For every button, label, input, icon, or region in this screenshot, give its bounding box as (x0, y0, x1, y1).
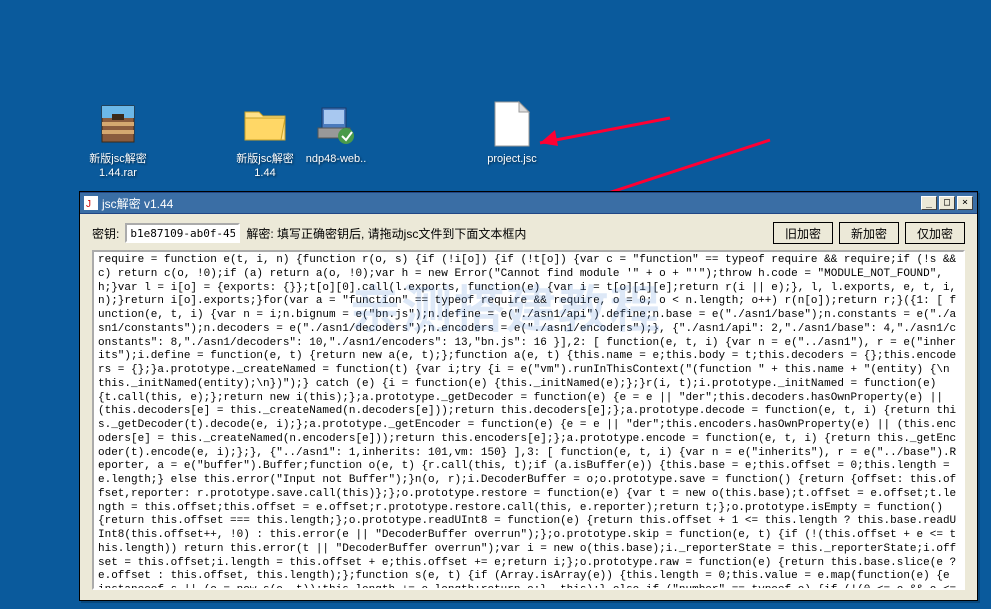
svg-text:J: J (86, 199, 91, 209)
icon-label: project.jsc (487, 152, 537, 166)
close-button[interactable]: × (957, 196, 973, 210)
code-area-wrap (92, 250, 965, 590)
main-window: J jsc解密 v1.44 _ □ × 密钥: 解密: 填写正确密钥后, 请拖动… (79, 191, 978, 601)
desktop-icon-file[interactable]: project.jsc (472, 100, 552, 166)
only-encrypt-button[interactable]: 仅加密 (905, 222, 965, 244)
key-input[interactable] (125, 223, 240, 243)
installer-icon (312, 100, 360, 148)
maximize-button[interactable]: □ (939, 196, 955, 210)
desktop-icon-exe[interactable]: ndp48-web.. (296, 100, 376, 166)
new-encrypt-button[interactable]: 新加密 (839, 222, 899, 244)
app-icon: J (84, 196, 98, 210)
icon-label: ndp48-web.. (306, 152, 367, 166)
icon-label: 新版jsc解密 1.44 (225, 152, 305, 181)
window-controls: _ □ × (921, 196, 973, 210)
key-label: 密钥: (92, 225, 119, 242)
desktop-icon-rar[interactable]: 新版jsc解密 1.44.rar (78, 100, 158, 181)
controls-row: 密钥: 解密: 填写正确密钥后, 请拖动jsc文件到下面文本框内 旧加密 新加密… (80, 214, 977, 250)
titlebar[interactable]: J jsc解密 v1.44 _ □ × (80, 192, 977, 214)
desktop-icon-folder[interactable]: 新版jsc解密 1.44 (225, 100, 305, 181)
folder-icon (241, 100, 289, 148)
file-icon (488, 100, 536, 148)
window-title: jsc解密 v1.44 (102, 195, 921, 212)
minimize-button[interactable]: _ (921, 196, 937, 210)
rar-icon (94, 100, 142, 148)
code-textarea[interactable] (92, 250, 965, 590)
old-encrypt-button[interactable]: 旧加密 (773, 222, 833, 244)
hint-text: 解密: 填写正确密钥后, 请拖动jsc文件到下面文本框内 (246, 225, 526, 242)
icon-label: 新版jsc解密 1.44.rar (78, 152, 158, 181)
